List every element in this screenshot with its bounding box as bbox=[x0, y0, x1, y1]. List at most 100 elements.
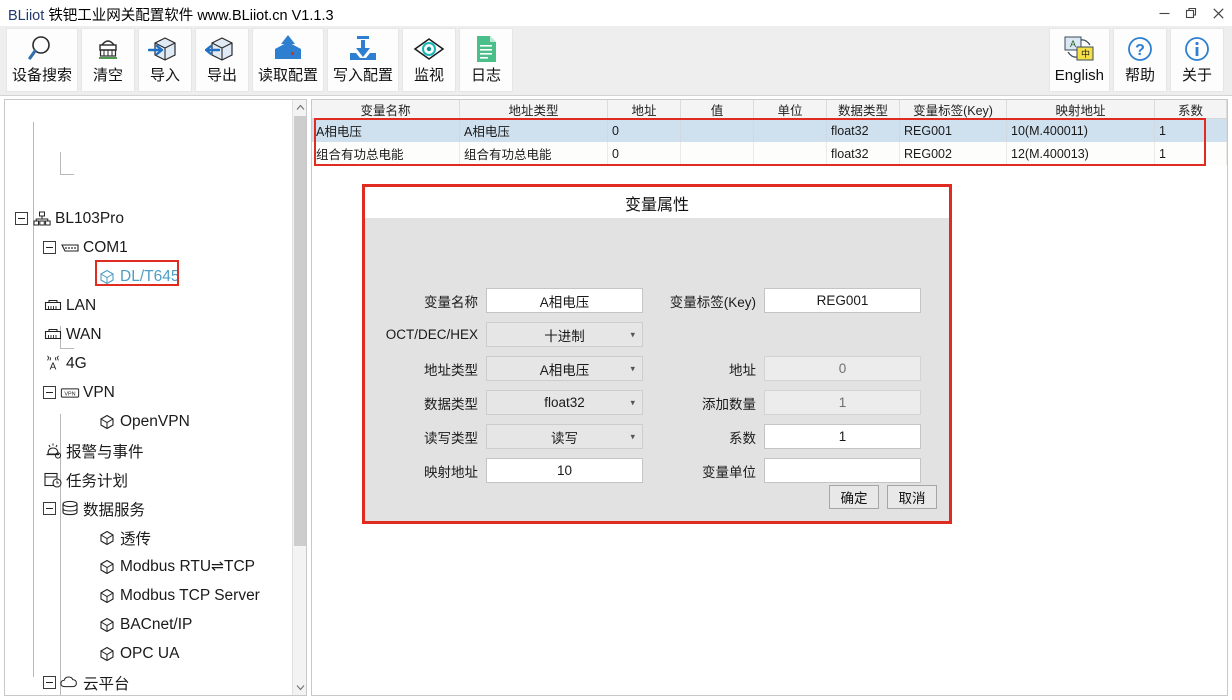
tree-node-transparent[interactable]: 透传 bbox=[97, 523, 151, 552]
tree-node-vpn[interactable]: VPN VPN bbox=[43, 378, 115, 407]
toolbar-button-import[interactable]: 导入 bbox=[138, 28, 193, 92]
column-header-data-type[interactable]: 数据类型 bbox=[827, 100, 900, 118]
scroll-down-icon[interactable] bbox=[293, 680, 306, 695]
column-header-key[interactable]: 变量标签(Key) bbox=[900, 100, 1007, 118]
maximize-icon[interactable] bbox=[1178, 0, 1205, 26]
toolbar-label: 日志 bbox=[471, 67, 502, 84]
upload-icon bbox=[271, 32, 305, 66]
tree-node-label: 4G bbox=[66, 354, 87, 372]
svg-text:A: A bbox=[50, 361, 57, 372]
toolbar-button-read-config[interactable]: 读取配置 bbox=[252, 28, 325, 92]
column-header-addr-type[interactable]: 地址类型 bbox=[460, 100, 608, 118]
expander-collapse-icon[interactable] bbox=[43, 241, 56, 254]
toolbar-button-about[interactable]: 关于 bbox=[1170, 28, 1224, 92]
tree-node-bl103pro[interactable]: BL103Pro bbox=[15, 204, 124, 233]
window-title-rest: 铁钯工业网关配置软件 www.BLiiot.cn V1.1.3 bbox=[48, 8, 334, 24]
tree-scrollbar[interactable] bbox=[292, 100, 306, 695]
expander-collapse-icon[interactable] bbox=[43, 502, 56, 515]
toolbar-button-log[interactable]: 日志 bbox=[459, 28, 514, 92]
cell-name: 组合有功总电能 bbox=[312, 142, 460, 165]
tree-node-data-service[interactable]: 数据服务 bbox=[43, 494, 145, 523]
field-data-type: 数据类型 float32 ▾ bbox=[365, 390, 643, 415]
database-icon bbox=[60, 500, 80, 518]
tree-node-modbus-tcp-server[interactable]: Modbus TCP Server bbox=[97, 581, 260, 610]
toolbar-label: 导出 bbox=[207, 67, 238, 84]
tree-node-4g[interactable]: A 4G bbox=[43, 349, 87, 378]
translate-icon: A 中 bbox=[1062, 32, 1096, 66]
tree-node-modbus-rtu-tcp[interactable]: Modbus RTU⇌TCP bbox=[97, 552, 255, 581]
toolbar-button-write-config[interactable]: 写入配置 bbox=[327, 28, 400, 92]
factor-input[interactable]: 1 bbox=[764, 424, 921, 449]
field-label: 映射地址 bbox=[424, 464, 478, 480]
table-row[interactable]: 组合有功总电能 组合有功总电能 0 float32 REG002 12(M.40… bbox=[312, 142, 1227, 165]
field-map-address: 映射地址 10 bbox=[365, 458, 643, 483]
map-address-input[interactable]: 10 bbox=[486, 458, 643, 483]
tree-node-cloud-platform[interactable]: 云平台 bbox=[43, 668, 130, 695]
tree-node-task-schedule[interactable]: 任务计划 bbox=[43, 465, 128, 494]
field-label: 系数 bbox=[729, 430, 756, 446]
cell-name: A相电压 bbox=[312, 119, 460, 142]
info-icon bbox=[1182, 32, 1212, 66]
tree-node-opc-ua[interactable]: OPC UA bbox=[97, 639, 179, 668]
cell-factor: 1 bbox=[1155, 119, 1227, 142]
table-header-row: 变量名称 地址类型 地址 值 单位 数据类型 变量标签(Key) 映射地址 系数 bbox=[312, 100, 1227, 119]
tree-node-wan[interactable]: WAN bbox=[43, 320, 102, 349]
data-type-select[interactable]: float32 ▾ bbox=[486, 390, 643, 415]
column-header-value[interactable]: 值 bbox=[681, 100, 754, 118]
field-address: 地址 0 bbox=[649, 356, 921, 381]
add-count-input[interactable]: 1 bbox=[764, 390, 921, 415]
tree-node-label: OpenVPN bbox=[120, 412, 190, 430]
address-input[interactable]: 0 bbox=[764, 356, 921, 381]
ok-button[interactable]: 确定 bbox=[829, 485, 879, 509]
variable-key-input[interactable]: REG001 bbox=[764, 288, 921, 313]
address-type-select-value: A相电压 bbox=[539, 362, 590, 378]
close-icon[interactable] bbox=[1205, 0, 1232, 26]
column-header-factor[interactable]: 系数 bbox=[1155, 100, 1227, 118]
tree-node-alarm-events[interactable]: 报警与事件 bbox=[43, 436, 144, 465]
cancel-button[interactable]: 取消 bbox=[887, 485, 937, 509]
table-row[interactable]: A相电压 A相电压 0 float32 REG001 10(M.400011) … bbox=[312, 119, 1227, 142]
tree-node-lan[interactable]: LAN bbox=[43, 291, 96, 320]
dialog-button-bar: 确定 取消 bbox=[821, 485, 937, 509]
svg-text:中: 中 bbox=[1081, 48, 1090, 59]
toolbar-button-monitor[interactable]: 监视 bbox=[402, 28, 457, 92]
radix-select[interactable]: 十进制 ▾ bbox=[486, 322, 643, 347]
variable-properties-dialog: 变量属性 变量名称 A相电压 OCT/DEC/HEX 十进制 ▾ 地址类型 A相… bbox=[362, 184, 952, 524]
scrollbar-thumb[interactable] bbox=[294, 116, 306, 546]
variable-unit-input[interactable] bbox=[764, 458, 921, 483]
field-label: 变量单位 bbox=[702, 464, 756, 480]
column-header-address[interactable]: 地址 bbox=[608, 100, 681, 118]
cloud-icon bbox=[60, 674, 80, 692]
main-toolbar: 设备搜索 清空 导入 导出 读取配置 写入配置 监视 日志 A 中 Englis… bbox=[0, 26, 1232, 96]
toolbar-button-language[interactable]: A 中 English bbox=[1048, 28, 1110, 92]
toolbar-label: 设备搜索 bbox=[12, 67, 73, 84]
toolbar-button-help[interactable]: ? 帮助 bbox=[1113, 28, 1167, 92]
alarm-icon bbox=[43, 442, 63, 460]
field-label: 地址类型 bbox=[424, 362, 478, 378]
expander-collapse-icon[interactable] bbox=[43, 386, 56, 399]
expander-collapse-icon[interactable] bbox=[15, 212, 28, 225]
expander-collapse-icon[interactable] bbox=[43, 676, 56, 689]
tree-node-bacnet-ip[interactable]: BACnet/IP bbox=[97, 610, 192, 639]
device-tree-icon bbox=[32, 210, 52, 228]
cell-factor: 1 bbox=[1155, 142, 1227, 165]
toolbar-button-device-search[interactable]: 设备搜索 bbox=[6, 28, 79, 92]
download-icon bbox=[346, 32, 380, 66]
magnifier-icon bbox=[26, 32, 58, 66]
tree-node-openvpn[interactable]: OpenVPN bbox=[97, 407, 190, 436]
rw-type-select[interactable]: 读写 ▾ bbox=[486, 424, 643, 449]
variable-name-input[interactable]: A相电压 bbox=[486, 288, 643, 313]
cell-unit bbox=[754, 119, 827, 142]
toolbar-button-export[interactable]: 导出 bbox=[195, 28, 250, 92]
title-bar: BLiiot 铁钯工业网关配置软件 www.BLiiot.cn V1.1.3 bbox=[0, 0, 1232, 26]
column-header-name[interactable]: 变量名称 bbox=[312, 100, 460, 118]
toolbar-button-clear[interactable]: 清空 bbox=[81, 28, 136, 92]
toolbar-right-group: A 中 English ? 帮助 关于 bbox=[1048, 28, 1227, 92]
tree-node-com1[interactable]: COM1 bbox=[43, 233, 128, 262]
window-title-brand: BLiiot bbox=[8, 8, 45, 24]
column-header-unit[interactable]: 单位 bbox=[754, 100, 827, 118]
minimize-icon[interactable] bbox=[1151, 0, 1178, 26]
column-header-map-addr[interactable]: 映射地址 bbox=[1007, 100, 1155, 118]
scroll-up-icon[interactable] bbox=[293, 100, 306, 115]
address-type-select[interactable]: A相电压 ▾ bbox=[486, 356, 643, 381]
